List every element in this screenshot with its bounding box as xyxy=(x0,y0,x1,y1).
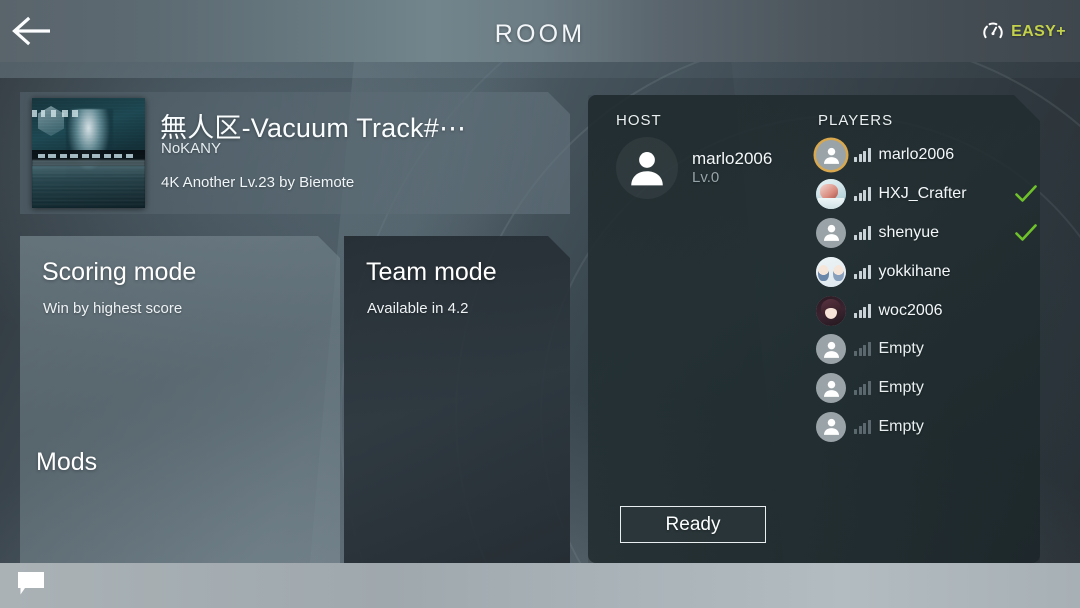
ready-button-label: Ready xyxy=(665,513,721,535)
bottom-bar xyxy=(0,563,1080,608)
player-avatar xyxy=(816,296,846,326)
person-icon xyxy=(821,416,842,437)
player-name: HXJ_Crafter xyxy=(878,185,967,203)
song-info-panel[interactable]: 無人区-Vacuum Track#⋯ NoKANY 4K Another Lv.… xyxy=(20,92,570,214)
player-avatar xyxy=(816,179,846,209)
player-row[interactable]: shenyue xyxy=(816,214,1040,253)
player-row[interactable]: woc2006 xyxy=(816,291,1040,330)
player-avatar xyxy=(816,218,846,248)
player-name: shenyue xyxy=(878,223,939,241)
team-mode-panel[interactable]: Team mode Available in 4.2 xyxy=(344,236,570,563)
header-underlay xyxy=(0,62,1080,78)
mods-label[interactable]: Mods xyxy=(36,448,97,477)
song-artist: NoKANY xyxy=(161,140,222,157)
chat-button[interactable] xyxy=(16,571,50,599)
signal-strength-icon xyxy=(854,420,871,434)
player-row[interactable]: yokkihane xyxy=(816,252,1040,291)
player-row[interactable]: Empty xyxy=(816,330,1040,369)
scoring-mode-subtitle: Win by highest score xyxy=(43,300,183,317)
ready-check-icon xyxy=(1014,223,1038,243)
host-section-label: HOST xyxy=(616,112,662,129)
signal-strength-icon xyxy=(854,304,871,318)
player-row[interactable]: Empty xyxy=(816,408,1040,447)
scoring-mode-title: Scoring mode xyxy=(42,258,197,286)
chat-bubble-icon xyxy=(18,572,44,595)
host-level: Lv.0 xyxy=(692,169,720,187)
signal-strength-icon xyxy=(854,187,871,201)
page-title: ROOM xyxy=(494,20,586,48)
player-avatar xyxy=(816,373,846,403)
host-name: marlo2006 xyxy=(692,149,773,168)
person-icon xyxy=(821,145,842,166)
person-icon xyxy=(821,222,842,243)
ready-button[interactable]: Ready xyxy=(620,506,766,543)
player-row[interactable]: HXJ_Crafter xyxy=(816,175,1040,214)
player-avatar xyxy=(816,257,846,287)
player-name: Empty xyxy=(878,340,924,358)
ready-check-icon xyxy=(1014,184,1038,204)
player-name: marlo2006 xyxy=(878,146,955,164)
difficulty-badge[interactable]: EASY+ xyxy=(981,20,1066,44)
team-mode-subtitle: Available in 4.2 xyxy=(367,300,469,317)
anime-avatar-c-icon xyxy=(816,296,846,326)
player-avatar xyxy=(816,412,846,442)
header-bar: ROOM EASY+ xyxy=(0,0,1080,62)
person-icon xyxy=(821,378,842,399)
players-list: marlo2006 HXJ_Craftershenyue yokkihane woc2… xyxy=(816,136,1040,446)
anime-avatar-b-icon xyxy=(816,257,846,287)
room-panel: HOST PLAYERS marlo2006 Lv.0 marlo2006 HXJ… xyxy=(588,95,1040,563)
room-screen: ROOM EASY+ 無人区-Vacuum Track#⋯ NoKANY 4K … xyxy=(0,0,1080,608)
player-row[interactable]: marlo2006 xyxy=(816,136,1040,175)
team-mode-title: Team mode xyxy=(366,258,497,286)
speedometer-icon xyxy=(983,22,1003,39)
host-block[interactable]: marlo2006 Lv.0 xyxy=(616,137,772,199)
song-chart-info: 4K Another Lv.23 by Biemote xyxy=(161,174,355,191)
difficulty-label: EASY+ xyxy=(1011,23,1066,40)
player-name: yokkihane xyxy=(878,262,951,280)
signal-strength-icon xyxy=(854,226,871,240)
signal-strength-icon xyxy=(854,381,871,395)
host-avatar xyxy=(616,137,678,199)
player-avatar xyxy=(816,334,846,364)
signal-strength-icon xyxy=(854,265,871,279)
player-name: Empty xyxy=(878,379,924,397)
person-icon xyxy=(821,339,842,360)
player-avatar-host xyxy=(816,140,846,170)
player-row[interactable]: Empty xyxy=(816,369,1040,408)
anime-avatar-a-icon xyxy=(816,179,846,209)
scoring-mode-panel[interactable]: Scoring mode Win by highest score xyxy=(20,236,340,563)
album-art xyxy=(32,98,145,208)
players-section-label: PLAYERS xyxy=(818,112,894,129)
player-name: Empty xyxy=(878,417,924,435)
signal-strength-icon xyxy=(854,148,871,162)
player-name: woc2006 xyxy=(878,301,943,319)
signal-strength-icon xyxy=(854,342,871,356)
person-icon xyxy=(625,146,669,190)
